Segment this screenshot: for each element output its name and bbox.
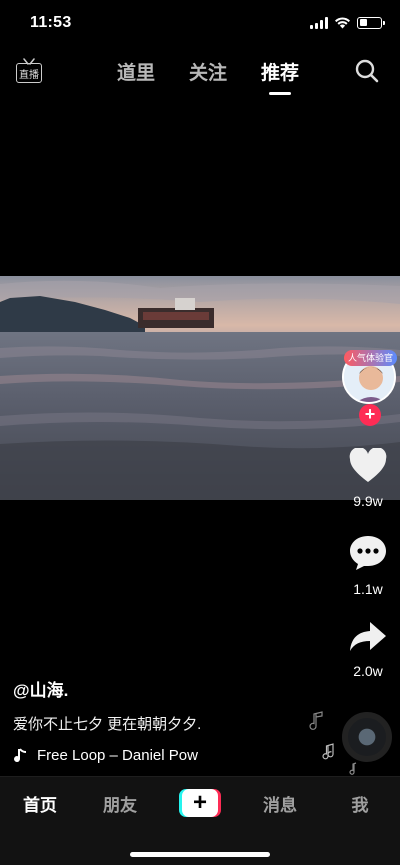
video-caption: @山海. 爱你不止七夕 更在朝朝夕夕. Free Loop – Daniel P… — [13, 676, 313, 764]
feed-tabs: 道里 关注 推荐 — [0, 58, 400, 85]
tab-local[interactable]: 道里 — [117, 58, 155, 85]
status-icons — [310, 16, 385, 29]
tab-following[interactable]: 关注 — [189, 58, 227, 85]
creator-badge: 人气体验官 — [344, 350, 398, 366]
search-button[interactable] — [354, 58, 380, 84]
plus-icon: + — [182, 789, 218, 817]
comment-action[interactable]: 1.1w — [336, 534, 400, 597]
nav-profile[interactable]: 我 — [320, 791, 400, 816]
battery-icon — [357, 16, 385, 29]
top-nav: 直播 道里 关注 推荐 — [0, 52, 400, 96]
bottom-nav: 首页 朋友 + 消息 我 — [0, 776, 400, 865]
music-title: Free Loop – Daniel Pow — [37, 747, 198, 764]
like-action[interactable]: 9.9w — [336, 447, 400, 509]
search-icon — [355, 59, 379, 83]
nav-friends[interactable]: 朋友 — [80, 791, 160, 816]
share-icon — [350, 622, 386, 651]
share-action[interactable]: 2.0w — [336, 620, 400, 679]
nav-create[interactable]: + — [160, 789, 240, 817]
nav-messages[interactable]: 消息 — [240, 791, 320, 816]
nav-home[interactable]: 首页 — [0, 791, 80, 816]
home-indicator[interactable] — [130, 852, 270, 857]
follow-button[interactable]: + — [359, 404, 381, 426]
author-handle[interactable]: @山海. — [13, 676, 313, 701]
wifi-icon — [335, 17, 350, 29]
music-disc[interactable] — [342, 712, 392, 762]
music-note-icon — [14, 747, 27, 762]
tab-recommended[interactable]: 推荐 — [261, 58, 299, 85]
status-time: 11:53 — [30, 14, 72, 31]
cellular-signal-icon — [310, 16, 328, 29]
video-description: 爱你不止七夕 更在朝朝夕夕. — [13, 716, 202, 733]
music-info[interactable]: Free Loop – Daniel Pow — [13, 747, 313, 764]
heart-icon — [349, 447, 387, 482]
like-count: 9.9w — [353, 493, 383, 509]
comment-count: 1.1w — [353, 581, 383, 597]
status-bar: 11:53 — [0, 0, 400, 48]
creator-avatar-group[interactable]: 人气体验官 + — [342, 350, 398, 426]
share-count: 2.0w — [353, 663, 383, 679]
comment-icon — [350, 536, 386, 570]
create-button[interactable]: + — [179, 789, 221, 817]
